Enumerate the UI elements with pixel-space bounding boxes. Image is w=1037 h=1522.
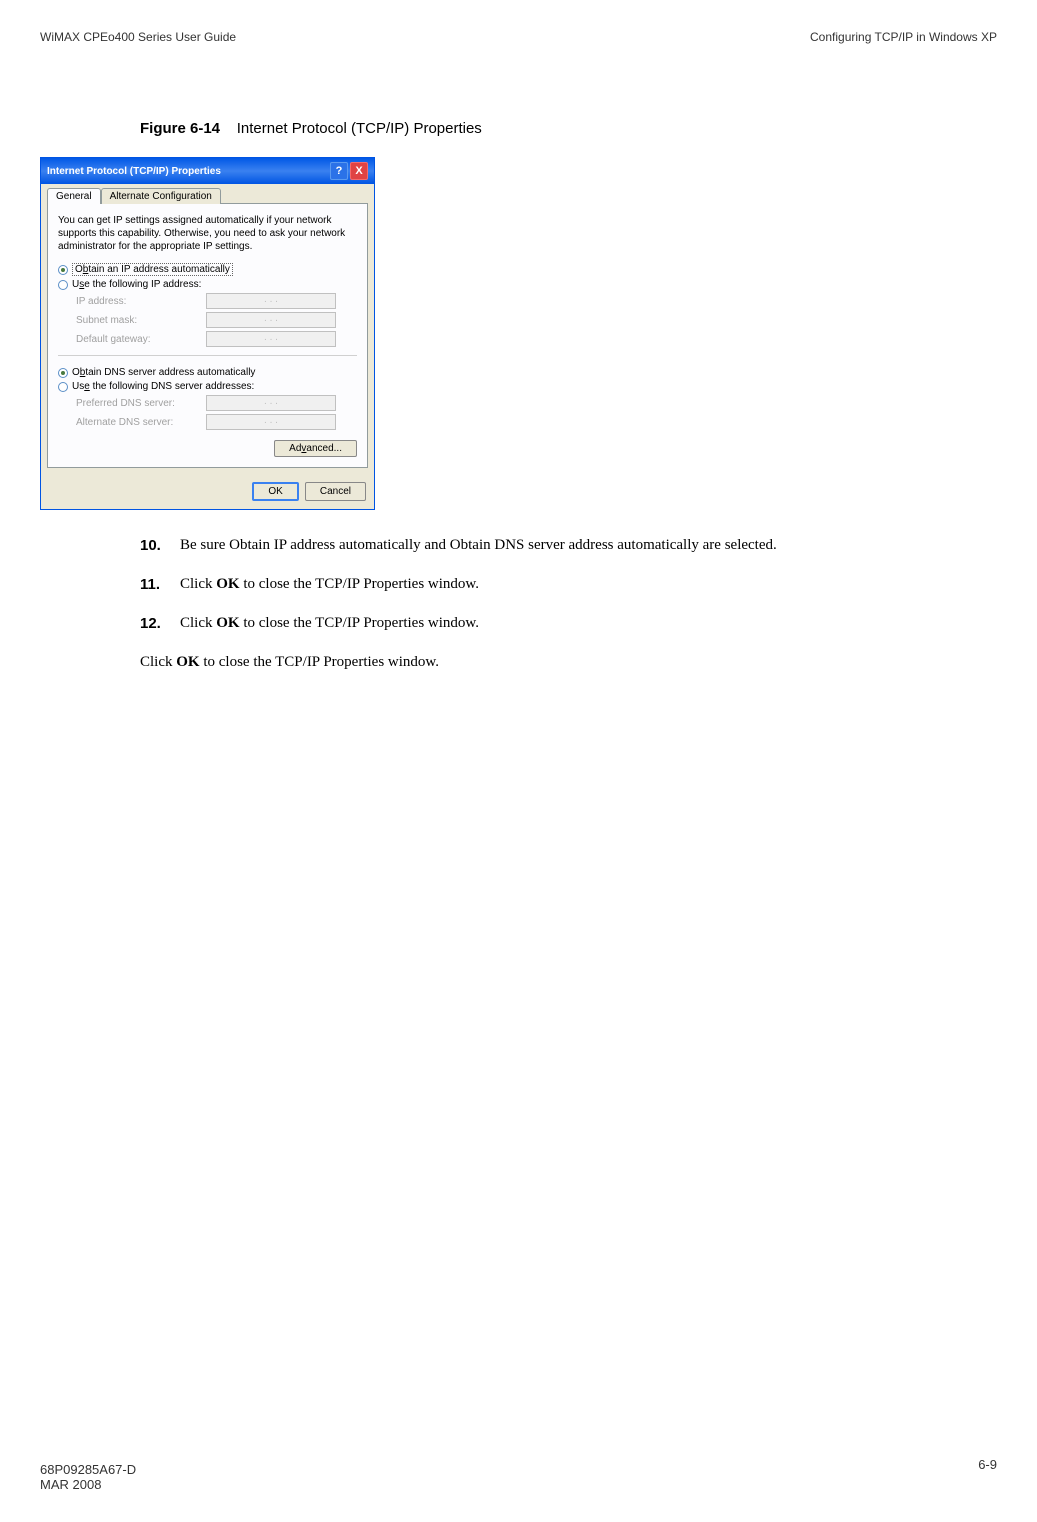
- advanced-button[interactable]: Advanced...: [274, 440, 357, 457]
- final-text-part: to close the TCP/IP Properties window.: [200, 654, 439, 670]
- field-label: Preferred DNS server:: [76, 398, 206, 409]
- radio-obtain-ip[interactable]: Obtain an IP address automatically: [58, 263, 357, 276]
- dns-group: Obtain DNS server address automatically …: [58, 355, 357, 430]
- radio-icon: [58, 280, 68, 290]
- step-number: 11.: [140, 574, 180, 595]
- help-button[interactable]: ?: [330, 162, 348, 180]
- field-ip-address: IP address: . . .: [76, 293, 357, 309]
- final-instruction: Click OK to close the TCP/IP Properties …: [140, 652, 997, 673]
- radio-label-part: O: [72, 367, 80, 378]
- tab-content: You can get IP settings assigned automat…: [47, 203, 368, 468]
- step-text: Be sure Obtain IP address automatically …: [180, 535, 957, 556]
- step-text-part: to close the TCP/IP Properties window.: [240, 615, 479, 631]
- radio-label-part: Us: [72, 381, 84, 392]
- radio-use-dns[interactable]: Use the following DNS server addresses:: [58, 381, 357, 392]
- field-label: Subnet mask:: [76, 315, 206, 326]
- field-label: Alternate DNS server:: [76, 417, 206, 428]
- step-text: Click OK to close the TCP/IP Properties …: [180, 574, 957, 595]
- preferred-dns-input[interactable]: . . .: [206, 395, 336, 411]
- cancel-button[interactable]: Cancel: [305, 482, 366, 501]
- figure-title: Internet Protocol (TCP/IP) Properties: [237, 120, 482, 137]
- subnet-input[interactable]: . . .: [206, 312, 336, 328]
- step-12: 12. Click OK to close the TCP/IP Propert…: [140, 613, 957, 634]
- doc-date: MAR 2008: [40, 1477, 136, 1492]
- doc-number: 68P09285A67-D: [40, 1462, 136, 1477]
- btn-label-part: anced...: [306, 443, 342, 454]
- field-gateway: Default gateway: . . .: [76, 331, 357, 347]
- alternate-dns-input[interactable]: . . .: [206, 414, 336, 430]
- step-number: 10.: [140, 535, 180, 556]
- radio-label-part: O: [75, 264, 83, 275]
- radio-label-part: tain an IP address automatically: [88, 264, 230, 275]
- radio-obtain-dns[interactable]: Obtain DNS server address automatically: [58, 367, 357, 378]
- close-button[interactable]: X: [350, 162, 368, 180]
- step-text-part: Click: [180, 615, 216, 631]
- step-text-bold: OK: [216, 615, 239, 631]
- step-text: Click OK to close the TCP/IP Properties …: [180, 613, 957, 634]
- step-text-part: to close the TCP/IP Properties window.: [240, 576, 479, 592]
- step-text-part: Click: [180, 576, 216, 592]
- radio-icon: [58, 265, 68, 275]
- advanced-row: Advanced...: [58, 440, 357, 457]
- footer-left: 68P09285A67-D MAR 2008: [40, 1462, 136, 1492]
- step-number: 12.: [140, 613, 180, 634]
- field-label: Default gateway:: [76, 334, 206, 345]
- ok-button[interactable]: OK: [252, 482, 298, 501]
- radio-label-part: tain DNS server address automatically: [85, 367, 255, 378]
- radio-label-part: e the following IP address:: [84, 279, 201, 290]
- page-number: 6-9: [978, 1457, 997, 1472]
- tab-strip: General Alternate Configuration: [41, 184, 374, 204]
- dialog-titlebar: Internet Protocol (TCP/IP) Properties ? …: [41, 158, 374, 184]
- tab-alternate[interactable]: Alternate Configuration: [101, 188, 221, 204]
- header-right: Configuring TCP/IP in Windows XP: [810, 30, 997, 44]
- intro-text: You can get IP settings assigned automat…: [58, 214, 357, 253]
- tcpip-properties-dialog: Internet Protocol (TCP/IP) Properties ? …: [40, 157, 375, 510]
- radio-icon: [58, 382, 68, 392]
- final-text-bold: OK: [176, 654, 199, 670]
- figure-number: Figure 6-14: [140, 120, 220, 137]
- radio-label-part: the following DNS server addresses:: [90, 381, 255, 392]
- radio-icon: [58, 368, 68, 378]
- final-text-part: Click: [140, 654, 176, 670]
- step-text-bold: OK: [216, 576, 239, 592]
- btn-label-part: Ad: [289, 443, 301, 454]
- steps-list: 10. Be sure Obtain IP address automatica…: [140, 535, 957, 634]
- radio-use-ip[interactable]: Use the following IP address:: [58, 279, 357, 290]
- ip-address-input[interactable]: . . .: [206, 293, 336, 309]
- dialog-title: Internet Protocol (TCP/IP) Properties: [47, 166, 221, 177]
- field-alternate-dns: Alternate DNS server: . . .: [76, 414, 357, 430]
- step-11: 11. Click OK to close the TCP/IP Propert…: [140, 574, 957, 595]
- header-left: WiMAX CPEo400 Series User Guide: [40, 30, 236, 44]
- figure-caption: Figure 6-14 Internet Protocol (TCP/IP) P…: [140, 120, 997, 137]
- gateway-input[interactable]: . . .: [206, 331, 336, 347]
- dialog-button-row: OK Cancel: [41, 474, 374, 509]
- field-subnet: Subnet mask: . . .: [76, 312, 357, 328]
- step-10: 10. Be sure Obtain IP address automatica…: [140, 535, 957, 556]
- tab-general[interactable]: General: [47, 188, 101, 204]
- field-preferred-dns: Preferred DNS server: . . .: [76, 395, 357, 411]
- titlebar-buttons: ? X: [330, 162, 368, 180]
- field-label: IP address:: [76, 296, 206, 307]
